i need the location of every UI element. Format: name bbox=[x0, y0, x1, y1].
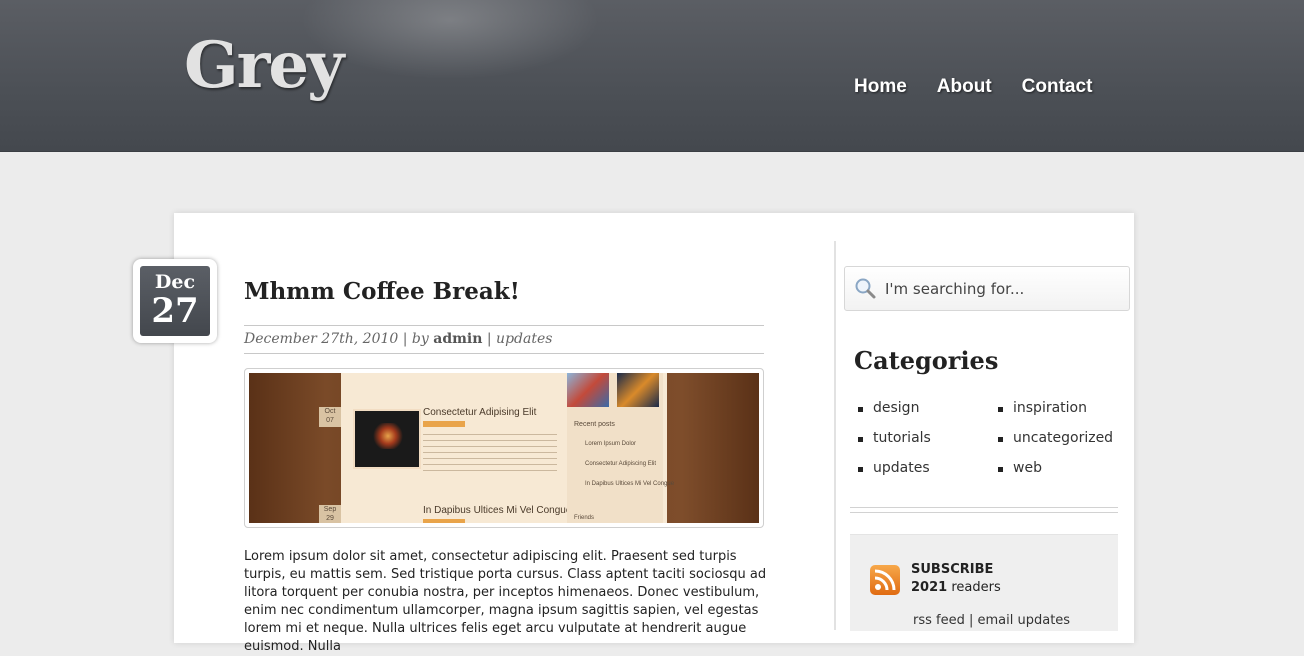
mini-recent-2: Consectetur Adipiscing Elit bbox=[585, 461, 657, 467]
mini-friends-heading: Friends bbox=[574, 515, 595, 521]
site-logo[interactable]: Grey bbox=[184, 28, 344, 103]
mini-post-1-title: Consectetur Adipising Elit bbox=[423, 407, 537, 418]
meta-separator: | bbox=[402, 331, 412, 347]
mini-recent-1: Lorem Ipsum Dolor bbox=[585, 441, 637, 447]
rss-feed-link[interactable]: rss feed bbox=[913, 613, 965, 628]
post-thumbnail[interactable]: Oct 07 Sep 29 Consectetur Adipising Elit… bbox=[244, 368, 764, 528]
mini-tag-2 bbox=[423, 519, 465, 523]
nav-home-link[interactable]: Home bbox=[854, 76, 907, 98]
sidebar-divider bbox=[834, 241, 836, 630]
post-title[interactable]: Mhmm Coffee Break! bbox=[244, 278, 520, 305]
search-box[interactable] bbox=[844, 266, 1130, 311]
site-header: Grey Home About Contact bbox=[0, 0, 1304, 152]
mini-date-2: Sep 29 bbox=[319, 505, 341, 523]
thumbnail-image: Oct 07 Sep 29 Consectetur Adipising Elit… bbox=[249, 373, 759, 523]
mini-recent-3: In Dapibus Ultices Mi Vel Congue bbox=[585, 481, 675, 487]
meta-by: by bbox=[411, 331, 429, 347]
post-meta: December 27th, 2010 | by admin | updates bbox=[244, 325, 764, 354]
email-updates-link[interactable]: email updates bbox=[978, 613, 1071, 628]
subscribe-links: rss feed | email updates bbox=[913, 613, 1070, 628]
sidebar-divider-1 bbox=[850, 507, 1118, 508]
category-updates-link[interactable]: updates bbox=[858, 460, 930, 476]
search-icon bbox=[855, 278, 876, 299]
subscribe-title: SUBSCRIBE bbox=[911, 562, 994, 577]
date-day: 27 bbox=[151, 291, 199, 331]
post-date-badge: Dec 27 bbox=[133, 259, 217, 343]
category-web-link[interactable]: web bbox=[998, 460, 1042, 476]
readers-label: readers bbox=[951, 580, 1001, 595]
categories-title: Categories bbox=[854, 346, 999, 375]
subscribe-box: SUBSCRIBE 2021 readers rss feed | email … bbox=[850, 534, 1118, 631]
mini-date-1-day: 07 bbox=[326, 417, 334, 424]
mini-ad-2 bbox=[617, 373, 659, 407]
mini-post-image bbox=[353, 409, 421, 469]
mini-flame bbox=[373, 423, 403, 449]
category-inspiration-link[interactable]: inspiration bbox=[998, 400, 1087, 416]
mini-date-1: Oct 07 bbox=[319, 407, 341, 427]
mini-date-2-day: 29 bbox=[326, 515, 334, 522]
mini-recent-heading: Recent posts bbox=[574, 421, 615, 428]
header-glow bbox=[300, 0, 600, 80]
post-body: Lorem ipsum dolor sit amet, consectetur … bbox=[244, 549, 767, 654]
category-uncategorized-link[interactable]: uncategorized bbox=[998, 430, 1113, 446]
main-nav: Home About Contact bbox=[854, 76, 1092, 98]
mini-ad-1 bbox=[567, 373, 609, 407]
post-category-link[interactable]: updates bbox=[496, 331, 552, 347]
link-separator: | bbox=[969, 613, 978, 628]
mini-date-1-month: Oct bbox=[324, 408, 336, 415]
mini-date-2-month: Sep bbox=[323, 506, 337, 513]
category-design-link[interactable]: design bbox=[858, 400, 919, 416]
nav-contact-link[interactable]: Contact bbox=[1022, 76, 1093, 98]
post-author-link[interactable]: admin bbox=[433, 331, 482, 347]
rss-glyph-icon bbox=[874, 569, 896, 591]
post-date: December 27th, 2010 bbox=[244, 331, 399, 347]
search-input[interactable] bbox=[883, 277, 1125, 301]
date-month: Dec bbox=[154, 271, 196, 293]
sidebar-divider-2 bbox=[850, 512, 1118, 513]
mini-post-2-title: In Dapibus Ultices Mi Vel Congue bbox=[423, 505, 572, 516]
reader-count: 2021 bbox=[911, 580, 948, 595]
subscribe-count: 2021 readers bbox=[911, 580, 1001, 595]
mini-text-lines bbox=[423, 431, 557, 471]
category-tutorials-link[interactable]: tutorials bbox=[858, 430, 931, 446]
rss-icon[interactable] bbox=[870, 565, 900, 595]
mini-tag-1 bbox=[423, 421, 465, 427]
meta-separator: | bbox=[486, 331, 497, 347]
nav-about-link[interactable]: About bbox=[937, 76, 992, 98]
date-badge-inner: Dec 27 bbox=[140, 266, 210, 336]
